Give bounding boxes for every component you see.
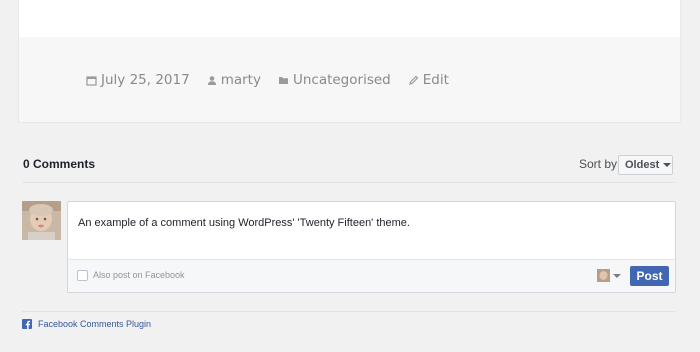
post-author[interactable]: marty [207, 72, 261, 88]
post-category[interactable]: Uncategorised [278, 72, 391, 88]
post-edit-link[interactable]: Edit [408, 72, 449, 88]
facebook-comments-plugin-link[interactable]: Facebook Comments Plugin [22, 319, 151, 329]
avatar [22, 201, 61, 240]
post-category-text: Uncategorised [292, 72, 391, 88]
calendar-icon [86, 75, 97, 86]
post-date[interactable]: July 25, 2017 [86, 72, 190, 88]
post-author-text: marty [220, 72, 261, 88]
comment-composer[interactable]: An example of a comment using WordPress'… [67, 201, 676, 293]
folder-icon [278, 77, 288, 84]
comment-count: 0 Comments [23, 157, 96, 171]
comments-header: 0 Comments Sort by Oldest [22, 150, 675, 183]
facebook-icon [22, 319, 32, 329]
user-icon [207, 75, 216, 85]
plugin-link-text: Facebook Comments Plugin [38, 319, 152, 329]
post-to-facebook-checkbox[interactable] [77, 270, 88, 281]
post-content-area [19, 0, 680, 37]
post-meta: July 25, 2017 marty Uncategorised Edit [86, 71, 466, 89]
plugin-divider [22, 311, 675, 312]
post-to-facebook-label[interactable]: Also post on Facebook [93, 270, 185, 280]
sort-selected-value: Oldest [625, 159, 660, 171]
composer-footer: Also post on Facebook Post [68, 259, 675, 292]
comment-input[interactable]: An example of a comment using WordPress'… [78, 217, 410, 229]
identity-chevron-down-icon[interactable] [613, 274, 621, 278]
sort-dropdown[interactable]: Oldest [618, 155, 673, 175]
post-edit-text: Edit [422, 72, 449, 88]
post-button[interactable]: Post [630, 266, 669, 286]
post-date-text: July 25, 2017 [101, 72, 190, 88]
post-footer-card: July 25, 2017 marty Uncategorised Edit [18, 0, 681, 123]
pencil-icon [408, 75, 419, 85]
chevron-down-icon [663, 163, 672, 167]
identity-avatar[interactable] [597, 269, 610, 282]
sort-label: Sort by [579, 157, 618, 171]
